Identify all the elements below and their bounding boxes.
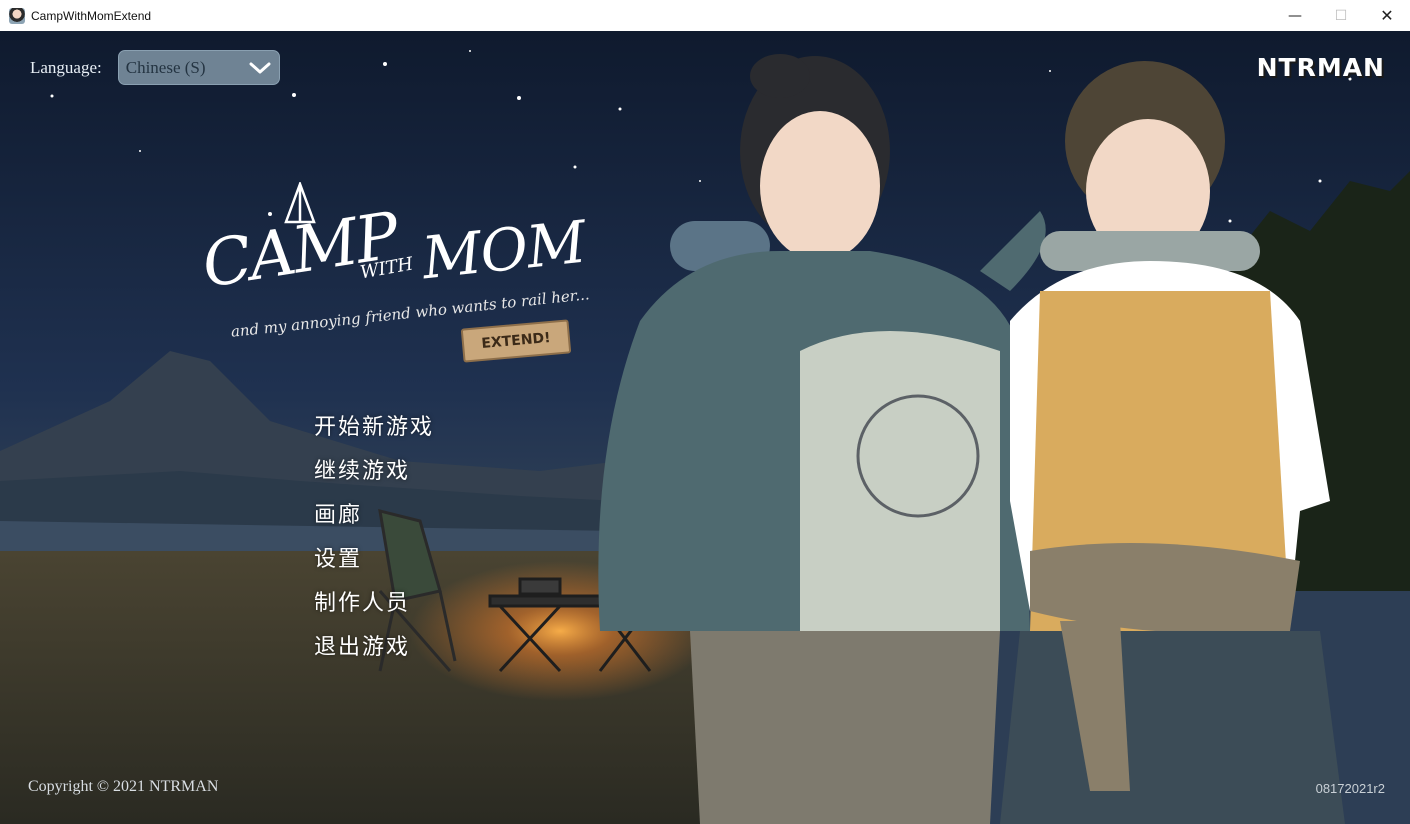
logo-title-camp: CAMP [197,199,403,303]
menu-settings[interactable]: 设置 [314,541,434,585]
main-menu: 开始新游戏 继续游戏 画廊 设置 制作人员 退出游戏 [314,409,434,673]
logo-title-mom: MOM [418,207,589,293]
menu-quit[interactable]: 退出游戏 [314,629,434,673]
extend-badge-label: EXTEND! [480,330,552,352]
language-value: Chinese (S) [125,57,206,77]
window-controls: — ☐ ✕ [1272,0,1410,31]
language-selector-row: Language: Chinese (S) [30,50,280,85]
game-logo: CAMP WITH MOM and my annoying friend who… [190,176,590,366]
language-dropdown[interactable]: Chinese (S) [117,50,280,85]
title-bar[interactable]: CampWithMomExtend — ☐ ✕ [0,0,1410,32]
brand-logo: NTRMAN [1256,53,1385,82]
app-avatar-icon [9,7,25,24]
version-text: 08172021r2 [1315,781,1385,796]
background-scene [0,31,1410,824]
extend-badge: EXTEND! [460,319,572,363]
chevron-down-icon [249,62,271,73]
game-window: CampWithMomExtend — ☐ ✕ Language: Chines… [0,0,1410,824]
copyright-text: Copyright © 2021 NTRMAN [28,778,219,795]
minimize-button[interactable]: — [1272,0,1318,31]
window-title: CampWithMomExtend [31,8,152,23]
title-screen: Language: Chinese (S) NTRMAN CAMP WITH M… [0,31,1410,824]
menu-new-game[interactable]: 开始新游戏 [314,409,434,453]
maximize-button[interactable]: ☐ [1318,0,1364,31]
menu-continue[interactable]: 继续游戏 [314,453,434,497]
menu-credits[interactable]: 制作人员 [314,585,434,629]
menu-gallery[interactable]: 画廊 [314,497,434,541]
language-label: Language: [30,57,102,77]
close-button[interactable]: ✕ [1364,0,1410,31]
